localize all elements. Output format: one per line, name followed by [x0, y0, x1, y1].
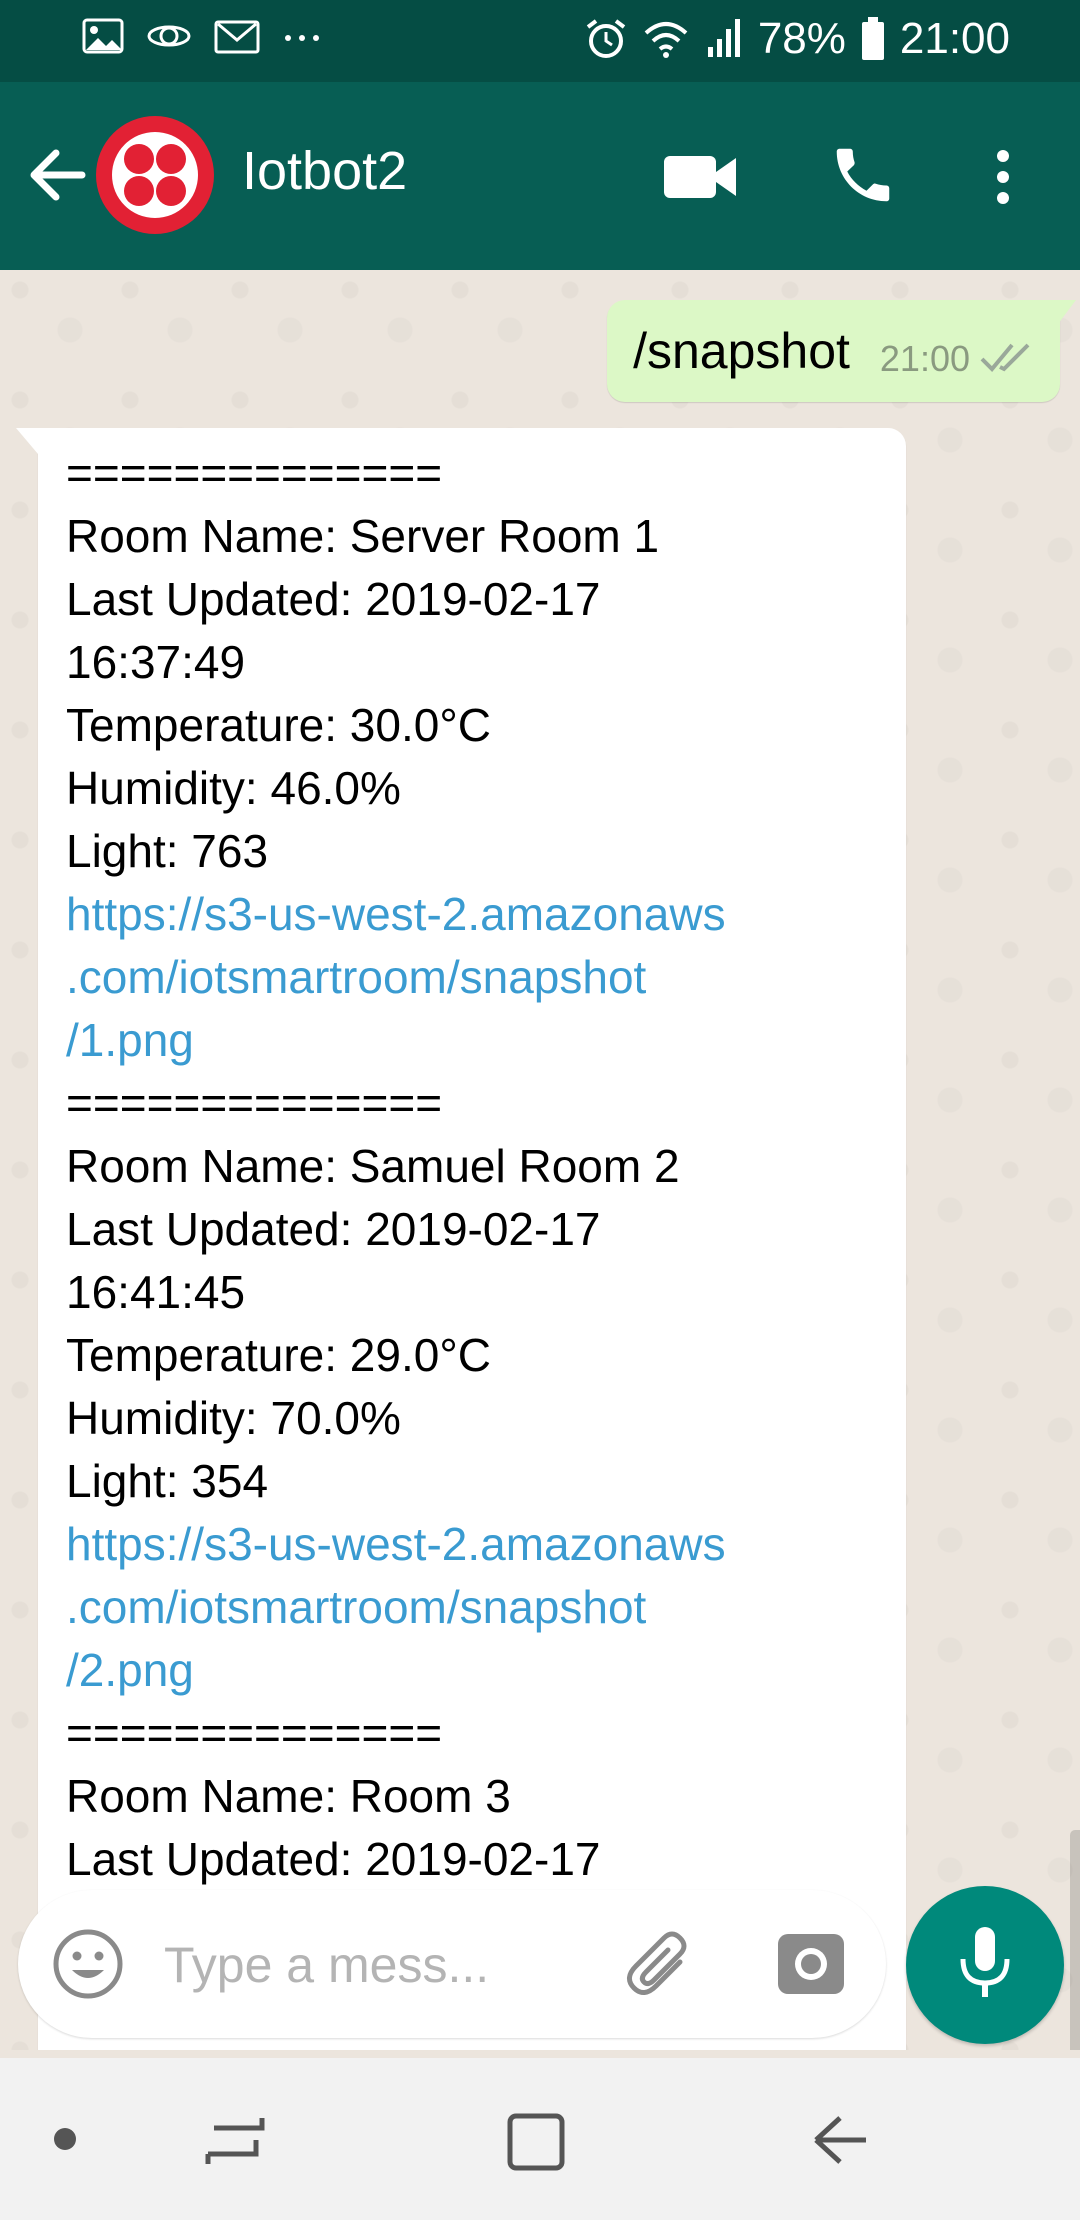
message-line: Room Name: Room 3 [66, 1770, 511, 1822]
emoji-icon[interactable] [52, 1928, 124, 2000]
message-line: Temperature: 30.0°C [66, 699, 491, 751]
chat-area[interactable]: /snapshot 21:00 ============== Room Name… [0, 270, 1080, 2050]
signal-icon [704, 17, 744, 61]
status-bar: 78% 21:00 [0, 0, 1080, 82]
paperclip-icon[interactable] [622, 1926, 698, 2002]
message-line: Last Updated: 2019-02-17 [66, 1203, 601, 1255]
message-body: ============== Room Name: Server Room 1 … [66, 442, 896, 1891]
double-check-icon [980, 339, 1034, 380]
snapshot-link[interactable]: https://s3-us-west-2.amazonaws [66, 883, 896, 946]
image-icon [82, 18, 124, 54]
message-line: Light: 763 [66, 825, 269, 877]
avatar[interactable] [96, 116, 214, 234]
chat-title[interactable]: Iotbot2 [242, 140, 407, 202]
wifi-icon [642, 17, 690, 61]
message-input[interactable] [162, 1926, 606, 2004]
message-line: Humidity: 46.0% [66, 762, 401, 814]
scrollbar[interactable] [1070, 1830, 1080, 2050]
alarm-icon [584, 17, 628, 61]
camera-icon[interactable] [776, 1930, 846, 1998]
twilio-logo-icon [112, 132, 198, 218]
recent-apps-icon[interactable] [200, 2110, 270, 2170]
message-line: Temperature: 29.0°C [66, 1329, 491, 1381]
phone-call-icon[interactable] [828, 140, 898, 210]
message-line: Light: 354 [66, 1455, 269, 1507]
message-line: Last Updated: 2019-02-17 [66, 1833, 601, 1885]
message-composer [18, 1890, 886, 2038]
nav-back-icon[interactable] [806, 2110, 876, 2170]
snapshot-link[interactable]: .com/iotsmartroom/snapshot [66, 946, 896, 1009]
snapshot-link[interactable]: .com/iotsmartroom/snapshot [66, 1576, 896, 1639]
message-line: 16:37:49 [66, 636, 246, 688]
message-line: Room Name: Samuel Room 2 [66, 1140, 680, 1192]
message-text: /snapshot [633, 323, 850, 379]
more-dots-icon [282, 18, 322, 54]
mail-icon [214, 18, 260, 54]
snapshot-link[interactable]: /1.png [66, 1009, 896, 1072]
battery-icon [860, 17, 886, 61]
battery-percent: 78% [757, 14, 846, 63]
message-line: Room Name: Server Room 1 [66, 510, 660, 562]
clock: 21:00 [899, 14, 1010, 63]
mic-button[interactable] [906, 1886, 1064, 2044]
message-line: 16:41:45 [66, 1266, 246, 1318]
home-icon[interactable] [504, 2110, 568, 2174]
system-nav-bar [0, 2058, 1080, 2220]
snapshot-link[interactable]: https://s3-us-west-2.amazonaws [66, 1513, 896, 1576]
nav-dot-icon[interactable] [54, 2128, 76, 2150]
chat-header: Iotbot2 [0, 82, 1080, 270]
outgoing-message[interactable]: /snapshot 21:00 [607, 300, 1076, 402]
back-arrow-icon[interactable] [26, 140, 86, 210]
message-line: ============== [66, 1707, 443, 1759]
message-line: ============== [66, 1077, 443, 1129]
more-vert-icon[interactable] [988, 142, 1018, 212]
video-call-icon[interactable] [662, 148, 738, 206]
snapshot-link[interactable]: /2.png [66, 1639, 896, 1702]
message-line: ============== [66, 447, 443, 499]
message-line: Last Updated: 2019-02-17 [66, 573, 601, 625]
incoming-message[interactable]: ============== Room Name: Server Room 1 … [16, 428, 906, 2050]
message-line: Humidity: 70.0% [66, 1392, 401, 1444]
message-time: 21:00 [879, 338, 970, 379]
mic-icon [955, 1923, 1015, 2008]
cloud-sync-icon [146, 18, 192, 54]
